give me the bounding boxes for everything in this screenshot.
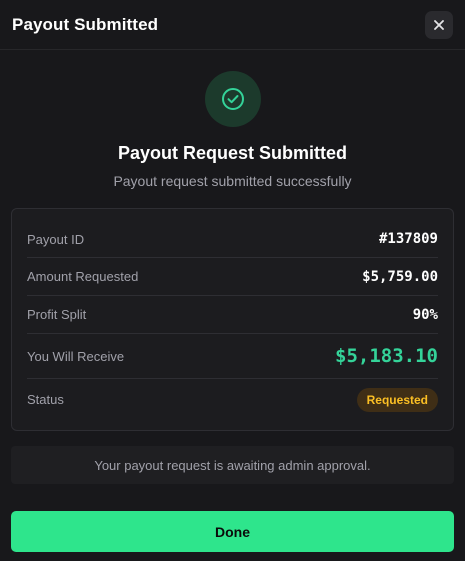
profit-split-value: 90% bbox=[412, 306, 438, 323]
payout-id-label: Payout ID bbox=[27, 231, 85, 247]
status-badge: Requested bbox=[356, 387, 438, 412]
amount-requested-value: $5,759.00 bbox=[362, 268, 438, 285]
you-will-receive-label: You Will Receive bbox=[27, 348, 125, 364]
payout-modal: Payout Submitted Payout Request Submitte… bbox=[0, 0, 465, 561]
success-icon-circle bbox=[204, 71, 261, 127]
close-button[interactable] bbox=[425, 10, 453, 39]
close-icon bbox=[434, 19, 444, 30]
detail-row-status: Status Requested bbox=[27, 379, 438, 420]
you-will-receive-value: $5,183.10 bbox=[335, 345, 438, 367]
success-hero: Payout Request Submitted Payout request … bbox=[0, 50, 465, 189]
modal-header: Payout Submitted bbox=[0, 0, 465, 50]
done-button[interactable]: Done bbox=[11, 511, 454, 552]
status-label: Status bbox=[27, 392, 64, 407]
success-subtitle: Payout request submitted successfully bbox=[113, 173, 352, 189]
approval-notice: Your payout request is awaiting admin ap… bbox=[11, 446, 454, 484]
amount-requested-label: Amount Requested bbox=[27, 269, 139, 284]
profit-split-label: Profit Split bbox=[27, 307, 87, 322]
modal-title: Payout Submitted bbox=[12, 14, 159, 34]
detail-row-amount-requested: Amount Requested $5,759.00 bbox=[27, 258, 438, 296]
detail-row-you-will-receive: You Will Receive $5,183.10 bbox=[27, 334, 438, 379]
success-title: Payout Request Submitted bbox=[117, 143, 348, 163]
detail-row-payout-id: Payout ID #137809 bbox=[27, 209, 438, 258]
payout-details-card: Payout ID #137809 Amount Requested $5,75… bbox=[11, 208, 454, 431]
payout-id-value: #137809 bbox=[378, 231, 438, 247]
check-circle-icon bbox=[221, 88, 244, 110]
detail-row-profit-split: Profit Split 90% bbox=[27, 296, 438, 334]
